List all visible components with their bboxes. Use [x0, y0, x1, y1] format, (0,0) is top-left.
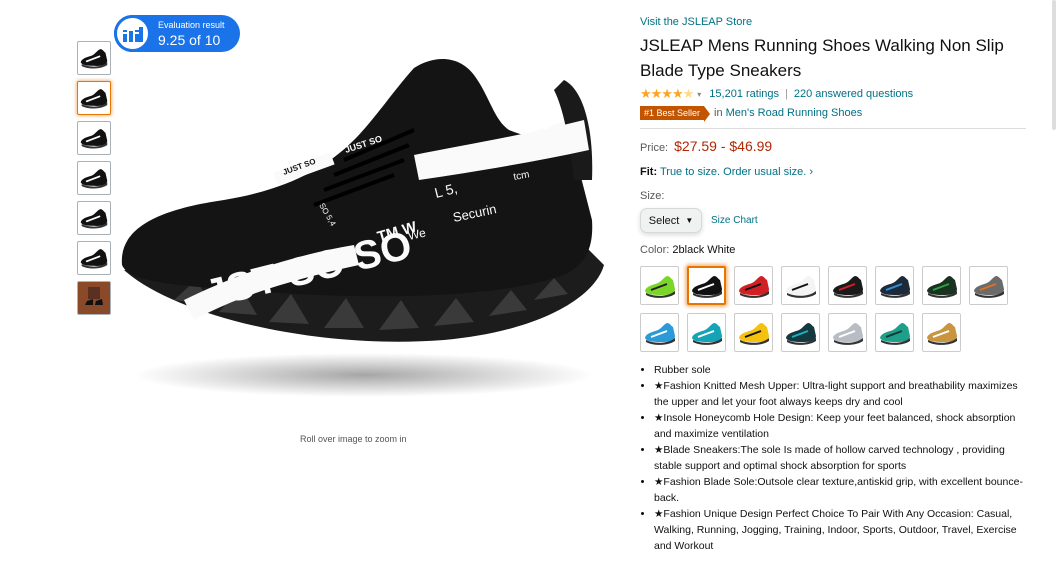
feature-bullet: ★Fashion Blade Sole:Outsole clear textur… — [654, 474, 1030, 506]
evaluation-score: 9.25 of 10 — [158, 31, 221, 48]
chevron-down-icon: ▼ — [685, 216, 694, 225]
product-details: Visit the JSLEAP Store JSLEAP Mens Runni… — [640, 16, 1030, 554]
color-swatch-green-teal[interactable] — [875, 313, 914, 352]
best-seller-badge: #1 Best Seller — [640, 106, 711, 122]
rating-row: ★★★★★ ▾ 15,201 ratings | 220 answered qu… — [640, 86, 1030, 102]
size-label: Size: — [640, 190, 665, 202]
price-label: Price: — [640, 142, 669, 154]
answered-questions-link[interactable]: 220 answered questions — [794, 88, 913, 100]
color-swatch-2black-white[interactable] — [687, 266, 726, 305]
color-swatch-teal[interactable] — [687, 313, 726, 352]
color-swatch-black-blue[interactable] — [875, 266, 914, 305]
color-swatch-red[interactable] — [734, 266, 773, 305]
color-swatch-gray-white[interactable] — [828, 313, 867, 352]
color-swatch-sky-blue[interactable] — [640, 313, 679, 352]
main-product-image[interactable]: JST SO SO JUST TM W We Securin 2 lbs tcm… — [114, 50, 610, 400]
best-seller-in: in — [714, 107, 723, 119]
evaluation-badge[interactable]: Evaluation result 9.25 of 10 — [114, 15, 240, 52]
divider — [640, 128, 1026, 129]
thumb-top[interactable] — [77, 161, 111, 195]
ratings-count-link[interactable]: 15,201 ratings — [709, 88, 779, 100]
size-select-label: Select — [648, 214, 680, 227]
color-value: 2black White — [672, 244, 736, 256]
thumb-sole[interactable] — [77, 201, 111, 235]
best-seller-category-link[interactable]: Men's Road Running Shoes — [726, 107, 863, 119]
feature-bullet: ★Blade Sneakers:The sole Is made of holl… — [654, 442, 1030, 474]
color-swatch-black-red[interactable] — [828, 266, 867, 305]
size-select-dropdown[interactable]: Select ▼ — [640, 208, 702, 233]
product-title: JSLEAP Mens Running Shoes Walking Non Sl… — [640, 36, 1004, 80]
color-swatch-yellow[interactable] — [734, 313, 773, 352]
size-chart-link[interactable]: Size Chart — [711, 215, 758, 226]
evaluation-label: Evaluation result — [158, 19, 225, 30]
fit-text: True to size. Order usual size. — [659, 166, 807, 178]
feature-bullet: ★Fashion Unique Design Perfect Choice To… — [654, 506, 1030, 554]
fit-row: Fit: True to size. Order usual size. › — [640, 166, 1030, 178]
thumb-pair[interactable] — [77, 81, 111, 115]
color-row: Color: 2black White — [640, 244, 1030, 256]
feature-bullet: ★Fashion Knitted Mesh Upper: Ultra-light… — [654, 378, 1030, 410]
color-swatch-black-teal[interactable] — [781, 313, 820, 352]
store-link[interactable]: Visit the JSLEAP Store — [640, 16, 1030, 28]
thumb-back[interactable] — [77, 241, 111, 275]
feature-bullets: Rubber sole★Fashion Knitted Mesh Upper: … — [640, 362, 1030, 554]
chevron-down-icon[interactable]: ▾ — [697, 90, 701, 99]
fit-label: Fit: — [640, 166, 658, 178]
thumb-side[interactable] — [77, 41, 111, 75]
thumbnail-strip — [77, 41, 111, 321]
color-swatches — [640, 266, 1030, 352]
feature-bullet: ★Insole Honeycomb Hole Design: Keep your… — [654, 410, 1030, 442]
chevron-right-icon: › — [809, 166, 814, 178]
color-swatch-white-black[interactable] — [781, 266, 820, 305]
price-row: Price: $27.59 - $46.99 — [640, 138, 1030, 154]
best-seller-row: #1 Best Seller in Men's Road Running Sho… — [640, 106, 1030, 122]
color-swatch-black-green[interactable] — [922, 266, 961, 305]
scrollbar[interactable] — [1052, 0, 1056, 130]
size-row: Select ▼ Size Chart — [640, 208, 1030, 233]
color-swatch-neon-green[interactable] — [640, 266, 679, 305]
color-label: Color: — [640, 244, 670, 256]
feature-bullet: Rubber sole — [654, 362, 1030, 378]
color-swatch-gray-orange[interactable] — [969, 266, 1008, 305]
separator: | — [785, 88, 788, 100]
zoom-hint: Roll over image to zoom in — [300, 434, 407, 444]
price-value: $27.59 - $46.99 — [674, 138, 773, 154]
color-swatch-tan[interactable] — [922, 313, 961, 352]
thumb-angle[interactable] — [77, 121, 111, 155]
star-rating-icon[interactable]: ★★★★★ — [640, 86, 694, 102]
fit-link[interactable]: True to size. Order usual size. › — [660, 166, 813, 178]
bar-chart-icon — [114, 15, 151, 52]
thumb-model[interactable] — [77, 281, 111, 315]
